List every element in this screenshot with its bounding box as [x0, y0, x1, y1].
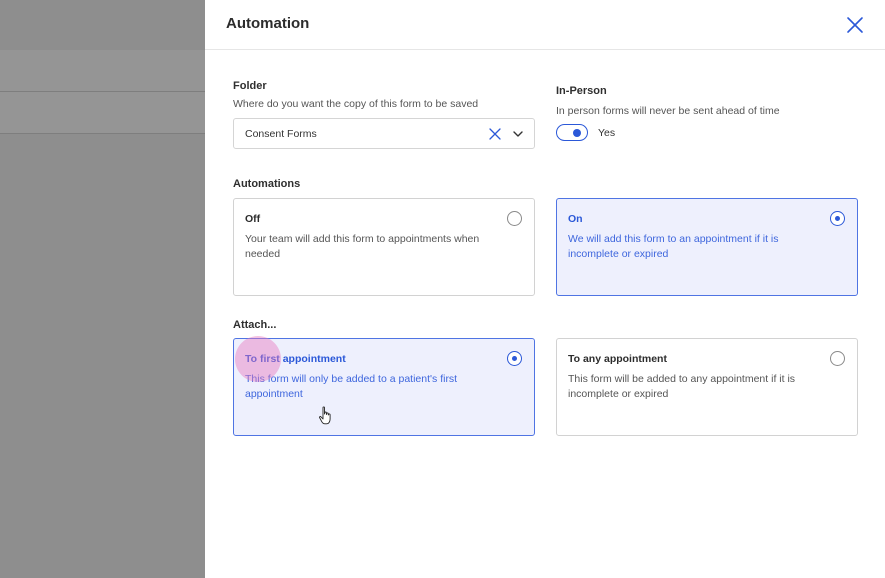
automations-label: Automations [233, 178, 301, 190]
close-button[interactable] [845, 15, 865, 35]
radio-button-checked[interactable] [507, 351, 522, 366]
radio-button[interactable] [507, 211, 522, 226]
in-person-help-text: In person forms will never be sent ahead… [556, 105, 780, 117]
automation-drawer: Automation Folder Where do you want the … [205, 0, 885, 578]
drawer-title: Automation [226, 15, 310, 32]
clear-icon[interactable] [488, 127, 502, 141]
folder-label: Folder [233, 80, 267, 92]
close-icon [847, 17, 863, 33]
attach-label: Attach... [233, 319, 277, 331]
option-description: We will add this form to an appointment … [568, 233, 779, 260]
option-title: Off [245, 213, 261, 225]
option-title: To first appointment [245, 353, 346, 365]
background-row [0, 92, 205, 134]
option-title: To any appointment [568, 353, 667, 365]
dimmed-background-page [0, 0, 205, 578]
option-description: Your team will add this form to appointm… [245, 233, 480, 260]
toggle-knob [573, 128, 581, 137]
attach-option-first-appointment[interactable]: To first appointment This form will only… [233, 338, 535, 436]
in-person-label: In-Person [556, 85, 607, 97]
radio-button[interactable] [830, 351, 845, 366]
radio-button-checked[interactable] [830, 211, 845, 226]
option-description: This form will only be added to a patien… [245, 373, 458, 400]
drawer-header: Automation [205, 0, 885, 50]
in-person-toggle[interactable] [556, 124, 588, 141]
folder-select[interactable]: Consent Forms [233, 118, 535, 149]
automation-option-on[interactable]: On We will add this form to an appointme… [556, 198, 858, 296]
option-description: This form will be added to any appointme… [568, 373, 796, 400]
option-title: On [568, 213, 583, 225]
in-person-toggle-label: Yes [598, 127, 616, 139]
folder-select-value: Consent Forms [245, 128, 317, 140]
attach-option-any-appointment[interactable]: To any appointment This form will be add… [556, 338, 858, 436]
chevron-down-icon[interactable] [512, 128, 524, 140]
automation-option-off[interactable]: Off Your team will add this form to appo… [233, 198, 535, 296]
folder-help-text: Where do you want the copy of this form … [233, 98, 479, 110]
background-row [0, 50, 205, 92]
